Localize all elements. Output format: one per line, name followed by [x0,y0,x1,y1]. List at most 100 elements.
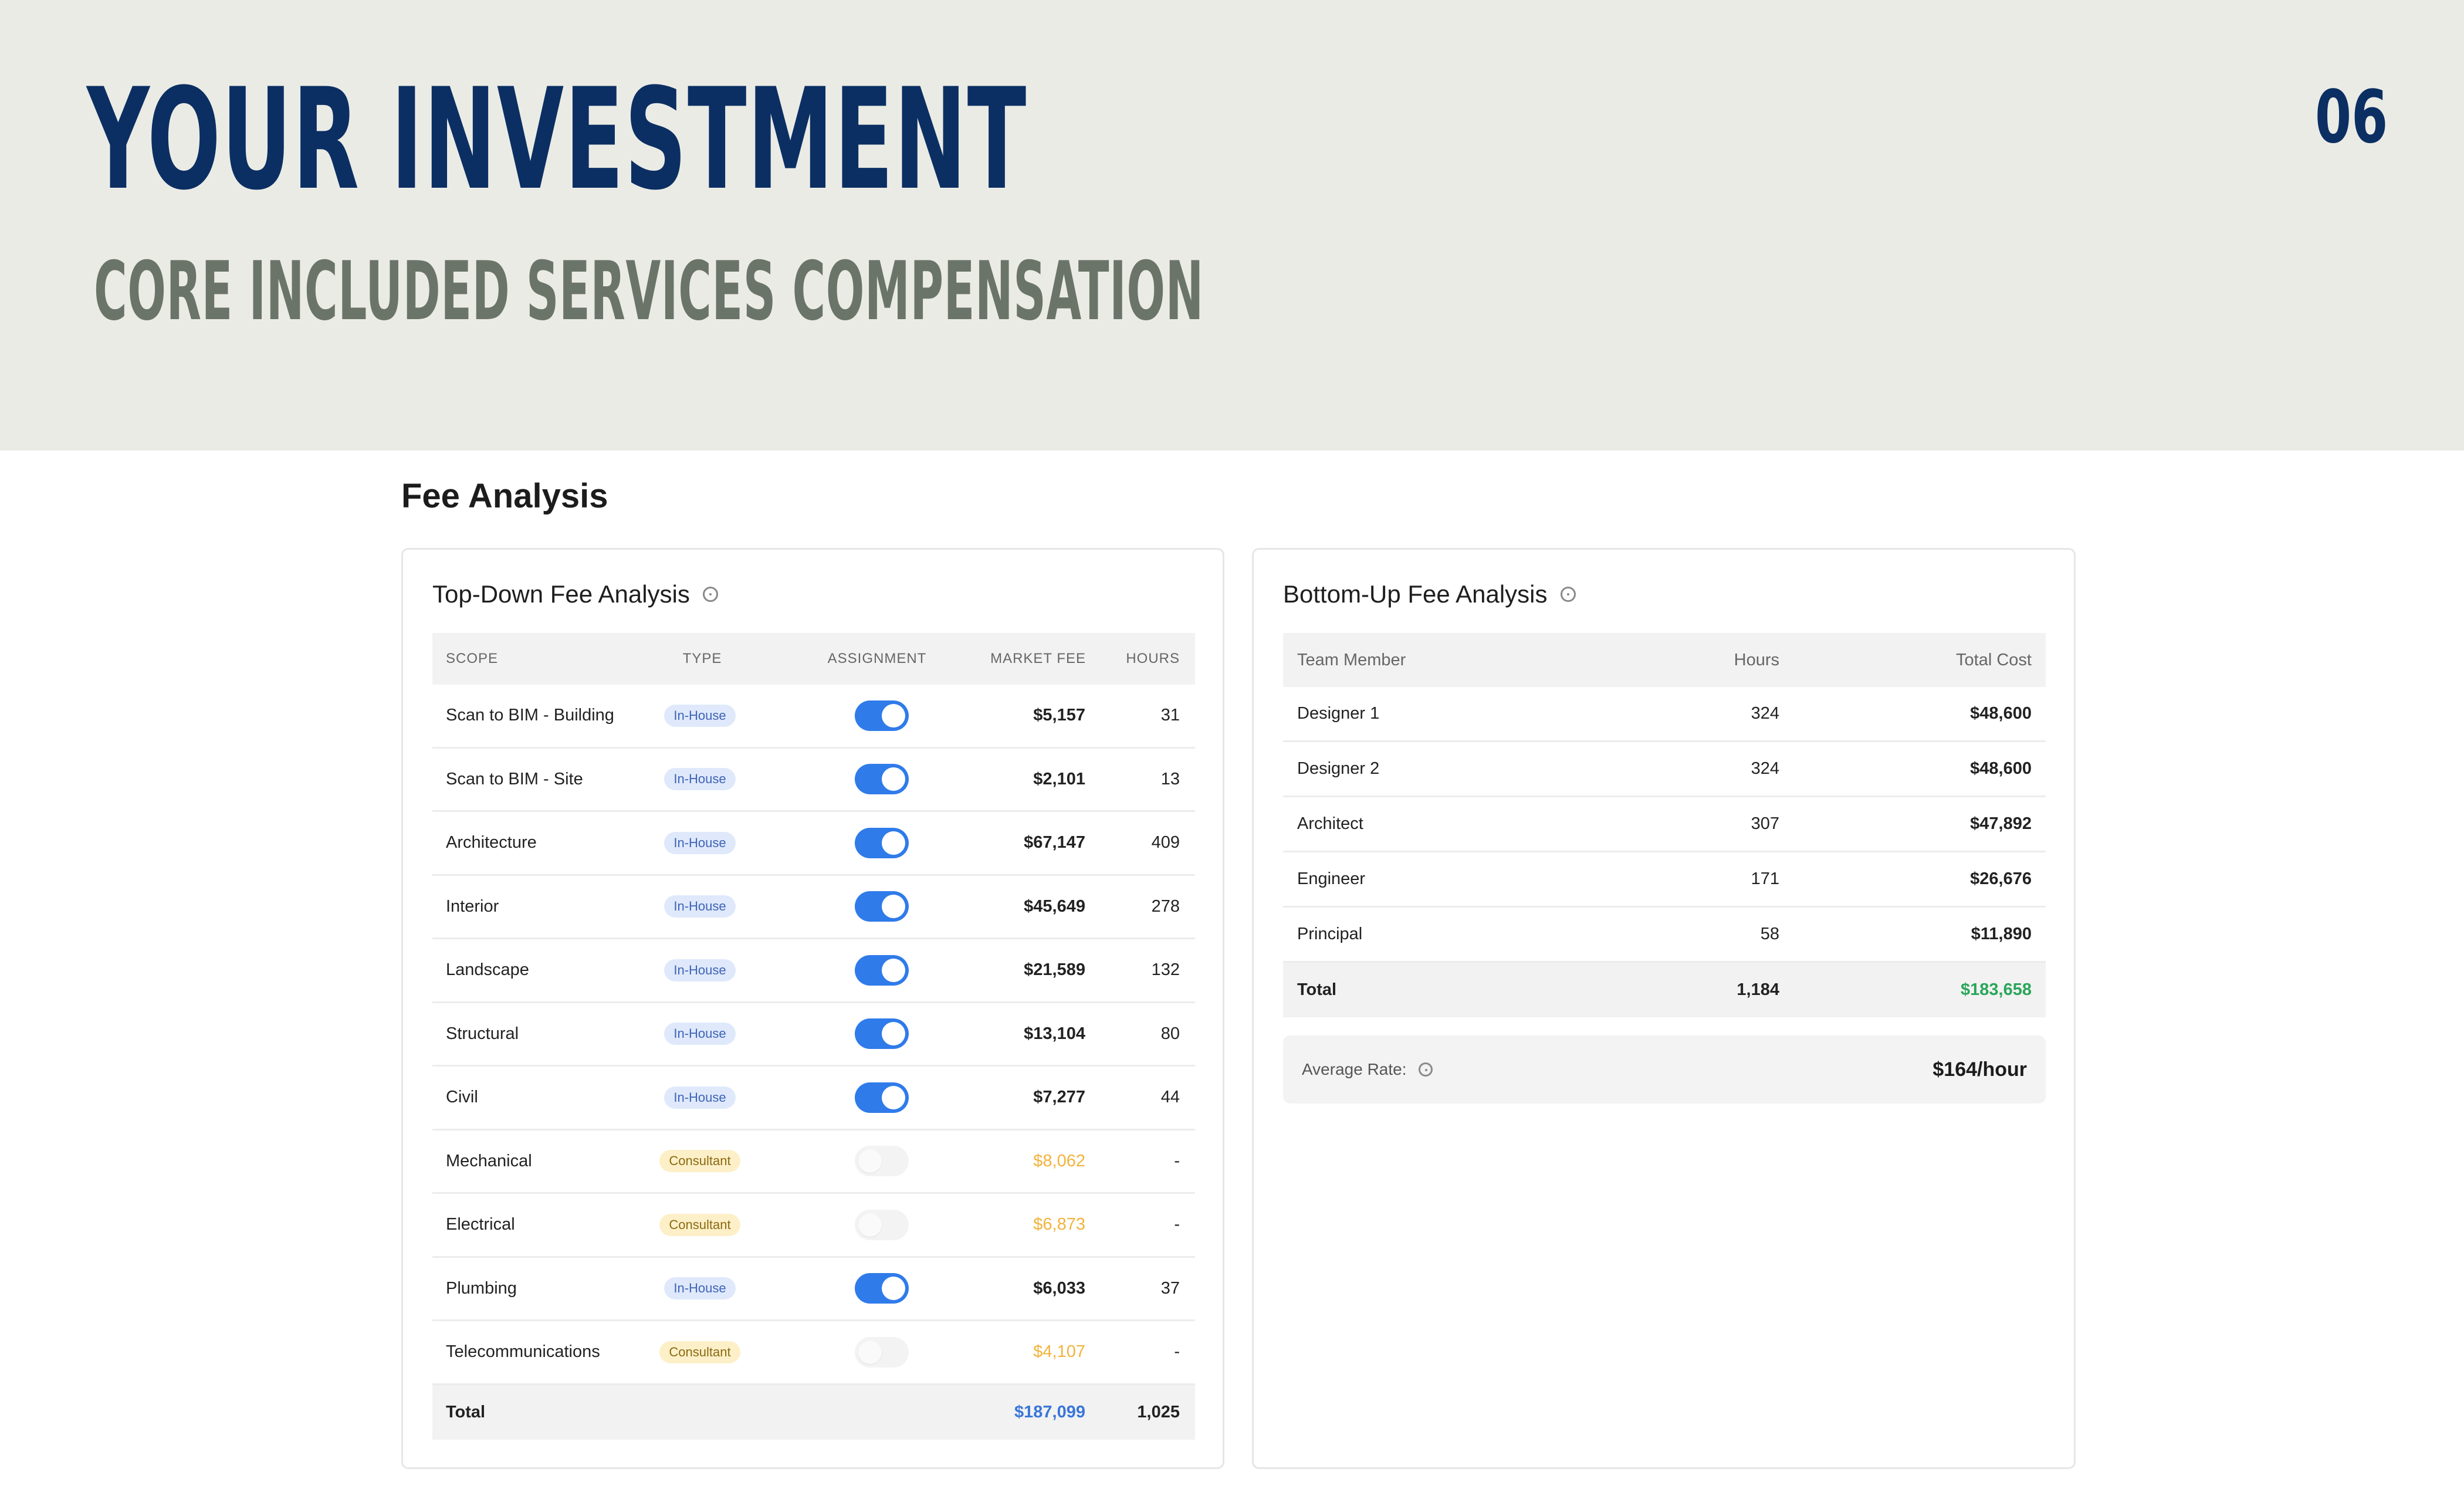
type-cell: In-House [658,812,742,874]
assignment-toggle[interactable] [855,1209,909,1240]
assignment-cell [855,1131,909,1193]
table-row: Designer 2 324 $48,600 [1283,742,2046,797]
toggle-knob [882,767,905,791]
column-header-type[interactable]: TYPE [660,633,744,685]
average-rate-box: Average Rate: $164/hour [1283,1035,2046,1104]
market-fee-cell: $6,873 [1033,1215,1085,1234]
team-member-cell: Designer 2 [1297,759,1380,778]
assignment-cell [855,812,909,874]
toggle-knob [858,1149,882,1173]
team-member-cell: Designer 1 [1297,704,1380,723]
bottom-up-table: Team Member Hours Total Cost Designer 1 3… [1283,633,2046,1017]
info-icon[interactable] [1418,1062,1433,1077]
scope-cell: Plumbing [446,1278,517,1298]
assignment-toggle[interactable] [855,1146,909,1177]
assignment-toggle[interactable] [855,1273,909,1304]
market-fee-cell: $4,107 [1033,1342,1085,1362]
total-label: Total [446,1402,486,1421]
type-cell: Consultant [658,1131,742,1193]
hours-cell: - [1174,1151,1180,1170]
page-subtitle: CORE INCLUDED SERVICES COMPENSATION [94,244,1204,339]
type-cell: In-House [658,1003,742,1065]
toggle-knob [882,831,905,855]
type-cell: In-House [658,1067,742,1129]
assignment-toggle[interactable] [855,955,909,986]
table-total-row: Total $187,099 1,025 [432,1385,1195,1440]
info-icon[interactable] [1560,587,1576,602]
section-title: Fee Analysis [401,477,608,515]
total-cost-cell: $48,600 [1970,759,2032,778]
assignment-cell [855,749,909,811]
assignment-cell [855,876,909,938]
bottom-up-panel: Bottom-Up Fee Analysis Team Member Hours… [1252,548,2076,1469]
table-total-row: Total 1,184 $183,658 [1283,963,2046,1017]
toggle-knob [882,1022,905,1046]
column-header-hours[interactable]: HOURS [1126,633,1180,685]
top-down-title-text: Top-Down Fee Analysis [432,580,690,608]
hours-cell: - [1174,1342,1180,1362]
table-row: Civil In-House $7,277 44 [432,1067,1195,1131]
bottom-up-title-text: Bottom-Up Fee Analysis [1283,580,1548,608]
column-header-assignment[interactable]: ASSIGNMENT [827,633,928,685]
table-row: Engineer 171 $26,676 [1283,852,2046,908]
column-header-team-member[interactable]: Team Member [1297,633,1406,687]
scope-cell: Architecture [446,833,537,852]
type-cell: In-House [658,685,742,747]
type-cell: Consultant [658,1194,742,1256]
type-badge: Consultant [659,1213,740,1236]
market-fee-cell: $5,157 [1033,706,1085,725]
slide-header: YOUR INVESTMENT CORE INCLUDED SERVICES C… [0,0,2464,451]
scope-cell: Telecommunications [446,1342,600,1362]
hours-cell: 324 [1751,759,1779,778]
team-member-cell: Principal [1297,925,1363,943]
hours-cell: 409 [1151,833,1180,852]
type-badge: Consultant [659,1150,740,1173]
type-cell: In-House [658,749,742,811]
table-row: Architect 307 $47,892 [1283,797,2046,852]
team-member-cell: Architect [1297,814,1363,833]
hours-cell: - [1174,1215,1180,1234]
type-badge: In-House [664,959,736,981]
assignment-toggle[interactable] [855,700,909,731]
assignment-toggle[interactable] [855,764,909,795]
total-cost-cell: $47,892 [1970,814,2032,833]
hours-cell: 13 [1160,769,1180,788]
hours-cell: 278 [1151,896,1180,916]
type-badge: In-House [664,1277,736,1300]
market-fee-cell: $2,101 [1033,769,1085,788]
total-label: Total [1297,980,1337,999]
column-header-hours[interactable]: Hours [1734,633,1779,687]
column-header-scope[interactable]: SCOPE [446,633,498,685]
total-hours: 1,025 [1137,1402,1180,1421]
info-icon[interactable] [702,587,718,602]
assignment-toggle[interactable] [855,1018,909,1050]
top-down-panel: Top-Down Fee Analysis SCOPE TYPE ASSIGNM… [401,548,1224,1469]
column-header-market-fee[interactable]: MARKET FEE [990,633,1086,685]
hours-cell: 44 [1160,1088,1180,1107]
page-title: YOUR INVESTMENT [87,59,1027,221]
bottom-up-title: Bottom-Up Fee Analysis [1283,580,1576,608]
toggle-knob [858,1213,882,1237]
page-number: 06 [2315,75,2388,160]
assignment-toggle[interactable] [855,1336,909,1368]
market-fee-cell: $6,033 [1033,1278,1085,1298]
total-hours: 1,184 [1737,980,1779,999]
hours-cell: 171 [1751,869,1779,888]
hours-cell: 31 [1160,706,1180,725]
type-cell: In-House [658,876,742,938]
table-header-row: SCOPE TYPE ASSIGNMENT MARKET FEE HOURS [432,633,1195,685]
top-down-table-body: Scan to BIM - Building In-House $5,157 31 Sc… [432,685,1195,1385]
assignment-toggle[interactable] [855,1082,909,1113]
assignment-toggle[interactable] [855,827,909,858]
assignment-cell [855,1194,909,1256]
average-rate-value: $164/hour [1932,1058,2027,1081]
table-row: Interior In-House $45,649 278 [432,876,1195,939]
scope-cell: Mechanical [446,1151,532,1170]
assignment-toggle[interactable] [855,891,909,922]
scope-cell: Civil [446,1088,478,1107]
total-cost-cell: $26,676 [1970,869,2032,888]
column-header-total-cost[interactable]: Total Cost [1956,633,2032,687]
team-member-cell: Engineer [1297,869,1366,888]
scope-cell: Landscape [446,960,529,980]
toggle-knob [882,895,905,919]
